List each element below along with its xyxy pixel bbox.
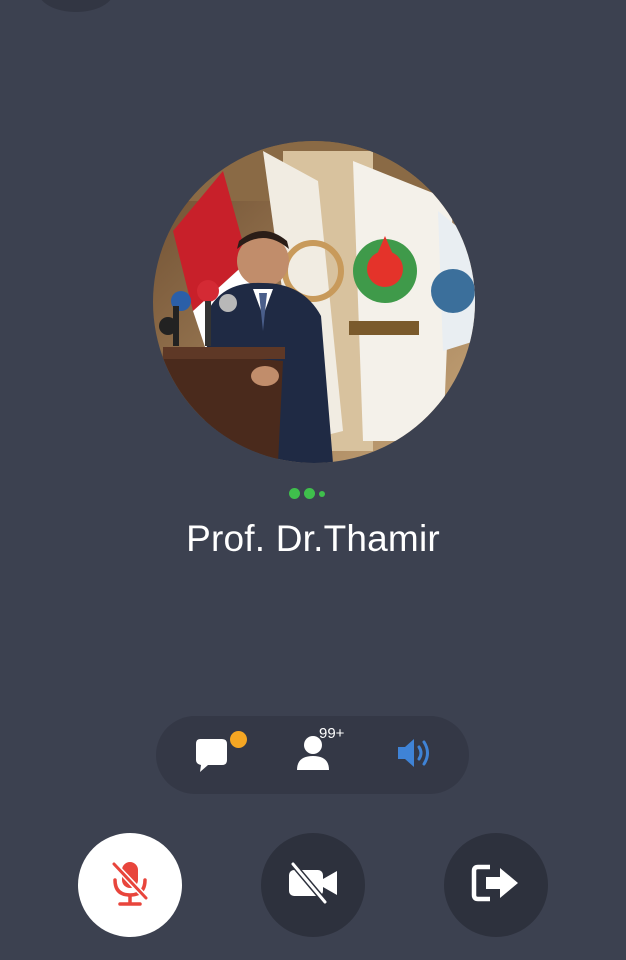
caller-name: Prof. Dr.Thamir [186,518,440,559]
mic-muted-icon [108,858,152,913]
speaker-icon [396,736,436,775]
call-status-indicator [289,488,325,499]
status-dot [319,490,325,497]
top-corner-button[interactable] [38,0,114,12]
caller-avatar [153,141,475,463]
call-options-bar: 99+ [156,716,469,794]
chat-bubble-icon [194,733,228,778]
participants-button[interactable]: 99+ [278,716,348,794]
leave-call-button[interactable] [444,833,548,937]
mute-button[interactable] [78,833,182,937]
call-screen: Prof. Dr.Thamir 99+ [0,0,626,960]
chat-button[interactable] [176,716,247,794]
status-dot [289,488,300,499]
camera-off-icon [285,860,341,911]
exit-icon [470,861,522,910]
status-dot [304,488,315,499]
unread-indicator [230,731,247,748]
participants-count: 99+ [319,725,345,742]
camera-button[interactable] [261,833,365,937]
speaker-button[interactable] [381,716,451,794]
